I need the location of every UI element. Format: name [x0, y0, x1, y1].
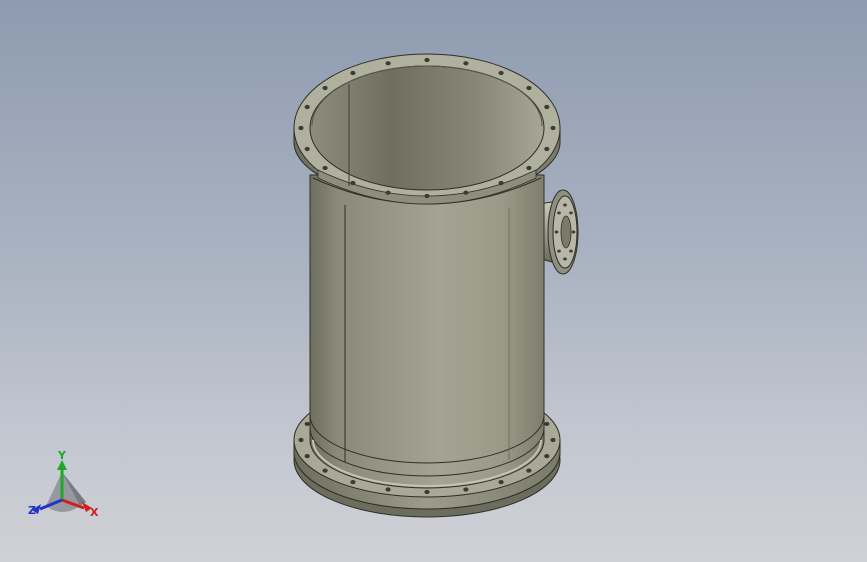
bolt-hole	[424, 193, 430, 199]
bolt-hole	[563, 203, 567, 207]
main-shell[interactable]	[309, 174, 545, 464]
bolt-hole	[569, 249, 573, 253]
bolt-hole	[557, 249, 561, 253]
bolt-hole	[550, 437, 556, 443]
top-flange[interactable]	[293, 53, 561, 205]
bolt-hole	[350, 70, 356, 76]
bolt-hole	[498, 480, 504, 485]
bolt-hole	[385, 190, 391, 195]
bolt-hole	[304, 454, 310, 459]
bolt-hole	[526, 85, 532, 91]
bolt-hole	[498, 70, 504, 76]
y-axis-label: Y	[58, 449, 66, 462]
z-axis-label: Z	[28, 504, 36, 517]
model-view[interactable]	[0, 0, 867, 562]
bolt-hole	[526, 165, 532, 171]
bolt-hole	[424, 489, 430, 495]
bolt-hole	[424, 57, 430, 63]
x-axis-label: X	[90, 506, 99, 519]
orientation-triad[interactable]: Y X Z	[22, 446, 112, 526]
bolt-hole	[544, 454, 550, 459]
bolt-hole	[385, 61, 391, 66]
bolt-hole	[554, 230, 559, 234]
bolt-hole	[322, 468, 328, 473]
bolt-hole	[322, 165, 328, 171]
bolt-hole	[544, 104, 550, 110]
bolt-hole	[298, 125, 304, 131]
bolt-hole	[463, 61, 469, 66]
bolt-hole	[526, 468, 532, 473]
bolt-hole	[304, 104, 310, 110]
bolt-hole	[298, 437, 304, 443]
bolt-hole	[550, 125, 556, 131]
bolt-hole	[571, 230, 576, 234]
bolt-hole	[569, 211, 573, 215]
bolt-hole	[304, 146, 310, 152]
graphics-viewport[interactable]: Y X Z	[0, 0, 867, 562]
bolt-hole	[544, 421, 550, 426]
bolt-hole	[544, 146, 550, 152]
bolt-hole	[322, 85, 328, 91]
bolt-hole	[498, 180, 504, 186]
bolt-hole	[385, 487, 391, 492]
bolt-hole	[304, 421, 310, 426]
bolt-hole	[463, 487, 469, 492]
bolt-hole	[350, 480, 356, 485]
bolt-hole	[557, 211, 561, 215]
bolt-hole	[463, 190, 469, 195]
bolt-hole	[563, 257, 567, 261]
bolt-hole	[350, 180, 356, 186]
